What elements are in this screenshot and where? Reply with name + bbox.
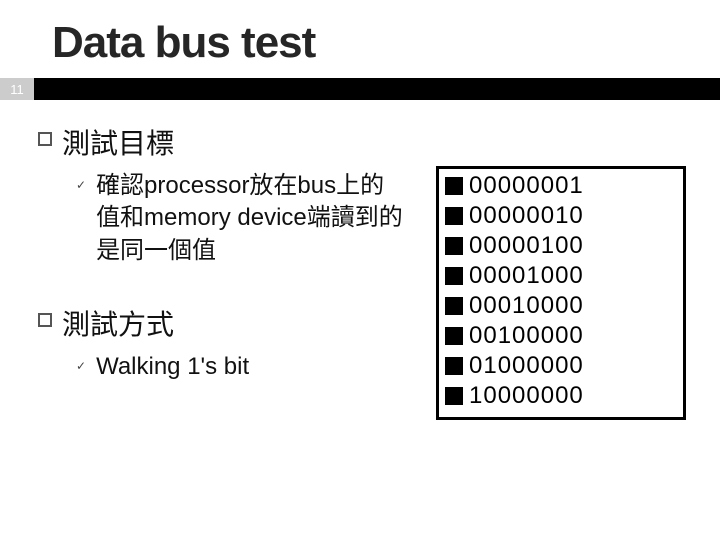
bit-value: 00010000 bbox=[469, 292, 584, 320]
bit-value: 00000100 bbox=[469, 232, 584, 260]
bit-row: 01000000 bbox=[445, 351, 677, 381]
page-bar: 11 bbox=[0, 78, 720, 100]
bullet-solid-icon bbox=[445, 207, 463, 225]
content-area: 測試目標 ✓ 確認processor放在bus上的值和memory device… bbox=[0, 100, 720, 420]
sub-item-text: Walking 1's bit bbox=[96, 351, 249, 383]
bit-row: 00010000 bbox=[445, 291, 677, 321]
bullet-solid-icon bbox=[445, 267, 463, 285]
bit-row: 00000001 bbox=[445, 171, 677, 201]
left-column: 測試目標 ✓ 確認processor放在bus上的值和memory device… bbox=[38, 122, 408, 420]
bit-value: 00001000 bbox=[469, 262, 584, 290]
sub-item: ✓ Walking 1's bit bbox=[76, 351, 408, 383]
page-stripe bbox=[34, 78, 720, 100]
bit-row: 00001000 bbox=[445, 261, 677, 291]
bit-value: 01000000 bbox=[469, 352, 584, 380]
bit-pattern-table: 00000001 00000010 00000100 00001000 0001… bbox=[436, 166, 686, 420]
bit-value: 00000001 bbox=[469, 172, 584, 200]
bit-row: 00000100 bbox=[445, 231, 677, 261]
check-icon: ✓ bbox=[76, 178, 86, 192]
sub-list: ✓ 確認processor放在bus上的值和memory device端讀到的是… bbox=[76, 170, 408, 267]
sub-item: ✓ 確認processor放在bus上的值和memory device端讀到的是… bbox=[76, 170, 408, 267]
bullet-solid-icon bbox=[445, 297, 463, 315]
sub-item-text: 確認processor放在bus上的值和memory device端讀到的是同一… bbox=[96, 170, 408, 267]
bullet-solid-icon bbox=[445, 327, 463, 345]
page-number: 11 bbox=[0, 78, 34, 100]
bit-value: 10000000 bbox=[469, 382, 584, 410]
check-icon: ✓ bbox=[76, 359, 86, 373]
slide-title: Data bus test bbox=[0, 0, 720, 78]
right-column: 00000001 00000010 00000100 00001000 0001… bbox=[436, 122, 686, 420]
bit-value: 00100000 bbox=[469, 322, 584, 350]
section-method: 測試方式 ✓ Walking 1's bit bbox=[38, 303, 408, 383]
bit-value: 00000010 bbox=[469, 202, 584, 230]
bullet-hollow-icon bbox=[38, 132, 52, 146]
bit-row: 00000010 bbox=[445, 201, 677, 231]
section-goal: 測試目標 ✓ 確認processor放在bus上的值和memory device… bbox=[38, 122, 408, 267]
bullet-solid-icon bbox=[445, 237, 463, 255]
bullet-hollow-icon bbox=[38, 313, 52, 327]
bullet-solid-icon bbox=[445, 177, 463, 195]
bit-row: 10000000 bbox=[445, 381, 677, 411]
bullet-solid-icon bbox=[445, 387, 463, 405]
sub-list: ✓ Walking 1's bit bbox=[76, 351, 408, 383]
section-heading: 測試方式 bbox=[62, 303, 174, 343]
bit-row: 00100000 bbox=[445, 321, 677, 351]
section-heading: 測試目標 bbox=[62, 122, 174, 162]
bullet-solid-icon bbox=[445, 357, 463, 375]
